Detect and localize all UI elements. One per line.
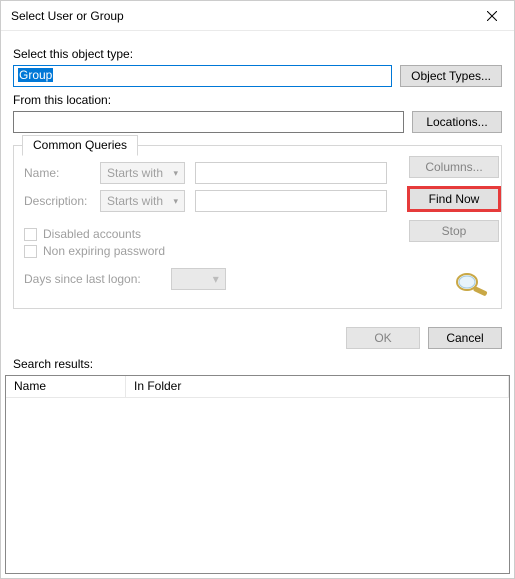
common-queries-group: Common Queries Name: Starts with ▾ Descr… bbox=[13, 145, 502, 309]
chevron-down-icon: ▾ bbox=[213, 272, 219, 286]
disabled-accounts-checkbox: Disabled accounts bbox=[24, 227, 387, 241]
column-in-folder[interactable]: In Folder bbox=[126, 376, 509, 397]
disabled-accounts-label: Disabled accounts bbox=[43, 227, 141, 241]
non-expiring-checkbox: Non expiring password bbox=[24, 244, 387, 258]
close-button[interactable] bbox=[469, 1, 514, 31]
results-list: Name In Folder bbox=[5, 375, 510, 574]
description-label: Description: bbox=[24, 194, 90, 208]
window-title: Select User or Group bbox=[11, 9, 469, 23]
days-since-logon-combo: ▾ bbox=[171, 268, 226, 290]
column-name[interactable]: Name bbox=[6, 376, 126, 397]
location-label: From this location: bbox=[13, 93, 502, 107]
search-icon bbox=[451, 268, 491, 298]
results-header: Name In Folder bbox=[6, 376, 509, 398]
search-results-label: Search results: bbox=[1, 357, 514, 375]
name-label: Name: bbox=[24, 166, 90, 180]
checkbox-icon bbox=[24, 245, 37, 258]
results-body[interactable] bbox=[6, 398, 509, 573]
object-type-value: Group bbox=[18, 68, 53, 82]
dialog-window: Select User or Group Select this object … bbox=[0, 0, 515, 579]
checkbox-icon bbox=[24, 228, 37, 241]
description-input bbox=[195, 190, 387, 212]
stop-button: Stop bbox=[409, 220, 499, 242]
ok-button: OK bbox=[346, 327, 420, 349]
titlebar: Select User or Group bbox=[1, 1, 514, 31]
description-mode-value: Starts with bbox=[107, 194, 163, 208]
object-type-input[interactable]: Group bbox=[13, 65, 392, 87]
find-now-button[interactable]: Find Now bbox=[409, 188, 499, 210]
chevron-down-icon: ▾ bbox=[173, 168, 178, 179]
days-since-logon-label: Days since last logon: bbox=[24, 272, 141, 286]
name-mode-combo: Starts with ▾ bbox=[100, 162, 185, 184]
location-input[interactable] bbox=[13, 111, 404, 133]
chevron-down-icon: ▾ bbox=[173, 196, 178, 207]
object-type-label: Select this object type: bbox=[13, 47, 502, 61]
columns-button: Columns... bbox=[409, 156, 499, 178]
tab-common-queries[interactable]: Common Queries bbox=[22, 135, 138, 156]
close-icon bbox=[487, 11, 497, 21]
cancel-button[interactable]: Cancel bbox=[428, 327, 502, 349]
locations-button[interactable]: Locations... bbox=[412, 111, 502, 133]
name-mode-value: Starts with bbox=[107, 166, 163, 180]
content-area: Select this object type: Group Object Ty… bbox=[1, 31, 514, 323]
non-expiring-label: Non expiring password bbox=[43, 244, 165, 258]
name-input bbox=[195, 162, 387, 184]
description-mode-combo: Starts with ▾ bbox=[100, 190, 185, 212]
object-types-button[interactable]: Object Types... bbox=[400, 65, 502, 87]
